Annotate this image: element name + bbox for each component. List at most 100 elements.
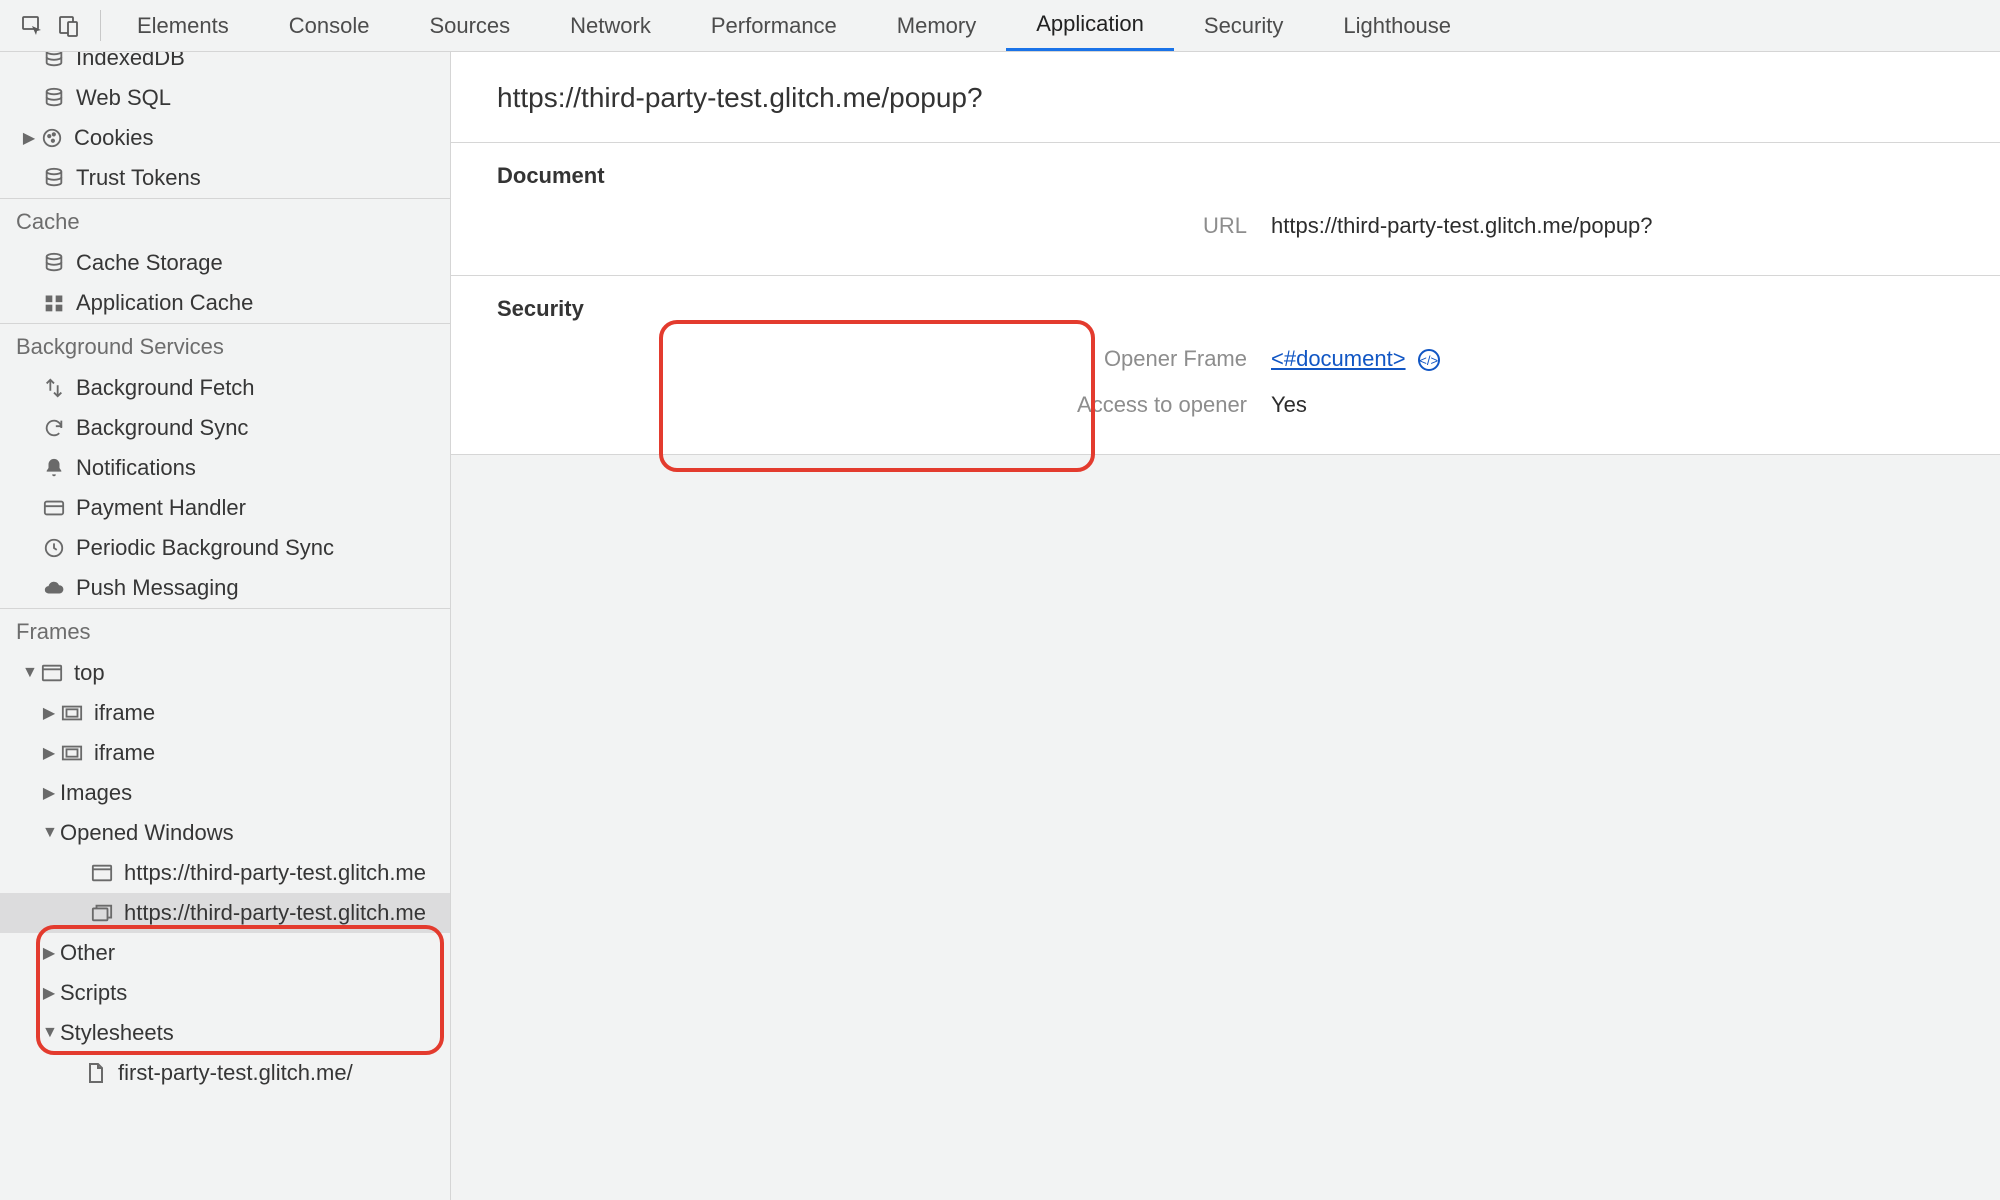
frames-top[interactable]: ▼ top	[0, 653, 450, 693]
sidebar-item-label: Background Sync	[76, 415, 248, 441]
sidebar-item-label: https://third-party-test.glitch.me	[124, 860, 426, 886]
window-icon	[90, 861, 114, 885]
sidebar-item-label: Scripts	[60, 980, 127, 1006]
frames-images[interactable]: ▶ Images	[0, 773, 450, 813]
opened-window-2[interactable]: https://third-party-test.glitch.me	[0, 893, 450, 933]
database-icon	[42, 86, 66, 110]
device-toggle-icon[interactable]	[56, 14, 80, 38]
sidebar-item-periodic-sync[interactable]: Periodic Background Sync	[0, 528, 450, 568]
sidebar-item-label: Notifications	[76, 455, 196, 481]
sidebar-item-label: first-party-test.glitch.me/	[118, 1060, 353, 1086]
sidebar-item-app-cache[interactable]: Application Cache	[0, 283, 450, 323]
expand-arrow-icon[interactable]: ▶	[42, 743, 56, 763]
cloud-icon	[42, 576, 66, 600]
sidebar-item-label: Trust Tokens	[76, 165, 201, 191]
inspect-icon[interactable]	[20, 14, 44, 38]
sidebar-item-label: Periodic Background Sync	[76, 535, 334, 561]
sidebar-section-bgsvc: Background Services	[0, 324, 450, 368]
tab-network[interactable]: Network	[540, 0, 681, 51]
sidebar-item-label: Background Fetch	[76, 375, 255, 401]
sidebar-item-label: Stylesheets	[60, 1020, 174, 1046]
tab-elements[interactable]: Elements	[107, 0, 259, 51]
sidebar-item-label: https://third-party-test.glitch.me	[124, 900, 426, 926]
frames-opened-windows[interactable]: ▼ Opened Windows	[0, 813, 450, 853]
tab-application[interactable]: Application	[1006, 0, 1174, 51]
frame-title: https://third-party-test.glitch.me/popup…	[451, 52, 2000, 143]
section-heading: Security	[451, 296, 2000, 336]
windows-stack-icon	[90, 901, 114, 925]
stylesheet-leaf[interactable]: ▶ first-party-test.glitch.me/	[0, 1053, 450, 1093]
document-icon	[84, 1061, 108, 1085]
tab-memory[interactable]: Memory	[867, 0, 1006, 51]
credit-card-icon	[42, 496, 66, 520]
section-heading: Document	[451, 163, 2000, 203]
sidebar-item-websql[interactable]: Web SQL	[0, 78, 450, 118]
sidebar-item-bg-sync[interactable]: Background Sync	[0, 408, 450, 448]
database-icon	[42, 251, 66, 275]
kv-label-url: URL	[451, 213, 1271, 239]
bell-icon	[42, 456, 66, 480]
tab-lighthouse[interactable]: Lighthouse	[1313, 0, 1481, 51]
kv-value-url: https://third-party-test.glitch.me/popup…	[1271, 213, 1653, 239]
window-icon	[40, 661, 64, 685]
tab-security[interactable]: Security	[1174, 0, 1313, 51]
reveal-in-elements-icon[interactable]: </>	[1418, 349, 1440, 371]
expand-arrow-icon[interactable]: ▶	[42, 943, 56, 963]
opener-frame-link[interactable]: <#document>	[1271, 346, 1406, 371]
frames-stylesheets[interactable]: ▼ Stylesheets	[0, 1013, 450, 1053]
tab-performance[interactable]: Performance	[681, 0, 867, 51]
opened-window-1[interactable]: https://third-party-test.glitch.me	[0, 853, 450, 893]
sidebar-item-cache-storage[interactable]: Cache Storage	[0, 243, 450, 283]
sidebar-item-label: Web SQL	[76, 85, 171, 111]
sidebar-item-label: Push Messaging	[76, 575, 239, 601]
expand-arrow-icon[interactable]: ▶	[42, 703, 56, 723]
tab-console[interactable]: Console	[259, 0, 400, 51]
clock-icon	[42, 536, 66, 560]
sidebar-item-label: top	[74, 660, 105, 686]
transfer-icon	[42, 376, 66, 400]
frames-other[interactable]: ▶ Other	[0, 933, 450, 973]
collapse-arrow-icon[interactable]: ▼	[42, 1024, 56, 1042]
frames-iframe-2[interactable]: ▶ iframe	[0, 733, 450, 773]
sidebar-item-label: Other	[60, 940, 115, 966]
sidebar-item-label: IndexedDB	[76, 52, 185, 71]
sidebar-item-label: iframe	[94, 740, 155, 766]
collapse-arrow-icon[interactable]: ▼	[42, 824, 56, 842]
expand-arrow-icon[interactable]: ▶	[22, 128, 36, 148]
grid-icon	[42, 291, 66, 315]
cookie-icon	[40, 126, 64, 150]
sidebar-item-label: Application Cache	[76, 290, 253, 316]
application-sidebar: IndexedDB Web SQL ▶ Cookies	[0, 52, 451, 1200]
database-icon	[42, 52, 66, 70]
kv-label-opener-frame: Opener Frame	[451, 346, 1271, 372]
sidebar-item-indexeddb[interactable]: IndexedDB	[0, 52, 450, 78]
section-security: Security Opener Frame <#document> </> Ac…	[451, 276, 2000, 455]
kv-value-access: Yes	[1271, 392, 1307, 418]
sync-icon	[42, 416, 66, 440]
sidebar-item-label: Payment Handler	[76, 495, 246, 521]
section-document: Document URL https://third-party-test.gl…	[451, 143, 2000, 276]
iframe-icon	[60, 741, 84, 765]
sidebar-item-push[interactable]: Push Messaging	[0, 568, 450, 608]
expand-arrow-icon[interactable]: ▶	[42, 783, 56, 803]
frames-scripts[interactable]: ▶ Scripts	[0, 973, 450, 1013]
sidebar-item-label: Cache Storage	[76, 250, 223, 276]
expand-arrow-icon[interactable]: ▶	[42, 983, 56, 1003]
kv-label-access: Access to opener	[451, 392, 1271, 418]
sidebar-item-label: Opened Windows	[60, 820, 234, 846]
frames-iframe-1[interactable]: ▶ iframe	[0, 693, 450, 733]
sidebar-item-bg-fetch[interactable]: Background Fetch	[0, 368, 450, 408]
sidebar-item-cookies[interactable]: ▶ Cookies	[0, 118, 450, 158]
sidebar-item-label: Cookies	[74, 125, 153, 151]
collapse-arrow-icon[interactable]: ▼	[22, 664, 36, 682]
tab-sources[interactable]: Sources	[399, 0, 540, 51]
database-icon	[42, 166, 66, 190]
sidebar-item-label: Images	[60, 780, 132, 806]
frame-detail-pane: https://third-party-test.glitch.me/popup…	[451, 52, 2000, 1200]
devtools-tabbar: Elements Console Sources Network Perform…	[0, 0, 2000, 52]
sidebar-section-frames: Frames	[0, 609, 450, 653]
sidebar-item-payment-handler[interactable]: Payment Handler	[0, 488, 450, 528]
sidebar-item-trusttokens[interactable]: Trust Tokens	[0, 158, 450, 198]
sidebar-item-notifications[interactable]: Notifications	[0, 448, 450, 488]
sidebar-item-label: iframe	[94, 700, 155, 726]
